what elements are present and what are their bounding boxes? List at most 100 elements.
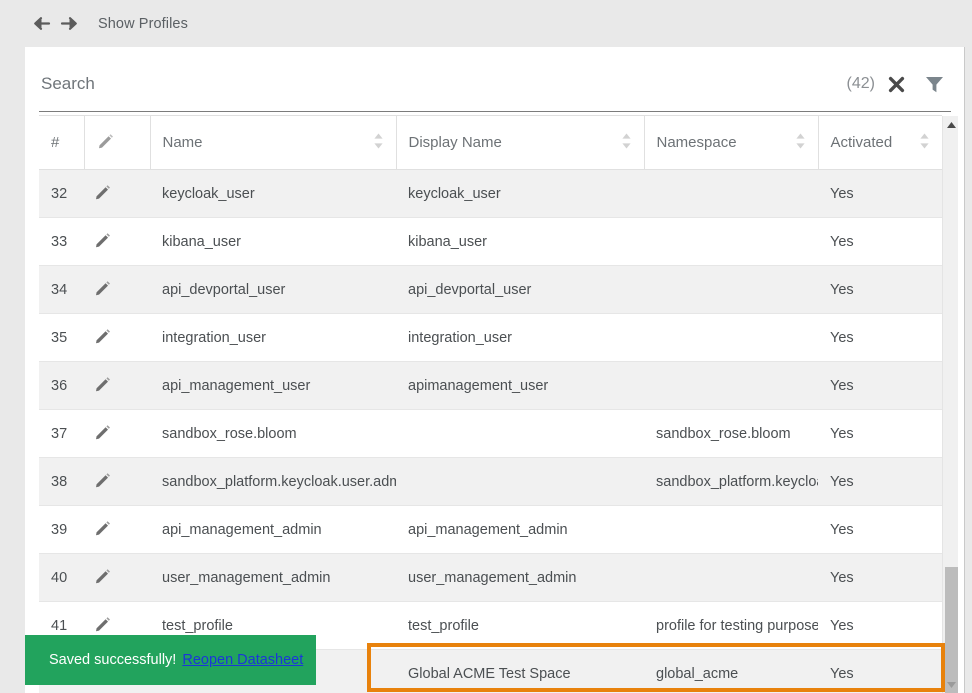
cell-namespace	[644, 314, 818, 362]
table-row[interactable]: 40user_management_adminuser_management_a…	[39, 554, 942, 602]
top-navigation-bar: Show Profiles	[0, 0, 972, 47]
cell-display-name	[396, 458, 644, 506]
reopen-datasheet-link[interactable]: Reopen Datasheet	[182, 652, 303, 668]
column-header-activated-label: Activated	[831, 134, 893, 151]
table-row[interactable]: 32keycloak_userkeycloak_userYes	[39, 170, 942, 218]
cell-name: user_management_admin	[150, 554, 396, 602]
table-row[interactable]: 37sandbox_rose.bloomsandbox_rose.bloomYe…	[39, 410, 942, 458]
cell-display-name: keycloak_user	[396, 170, 644, 218]
cell-activated: Yes	[818, 650, 942, 693]
column-header-display-name[interactable]: Display Name	[396, 116, 644, 170]
cell-display-name: api_management_admin	[396, 506, 644, 554]
cell-edit[interactable]	[84, 218, 150, 266]
column-header-namespace-label: Namespace	[657, 134, 737, 151]
sort-icon-name[interactable]	[373, 132, 384, 154]
cell-edit[interactable]	[84, 362, 150, 410]
cell-edit[interactable]	[84, 266, 150, 314]
cell-activated: Yes	[818, 218, 942, 266]
profiles-table: #	[39, 115, 942, 693]
cell-number: 32	[39, 170, 84, 218]
column-header-display-name-label: Display Name	[409, 134, 502, 151]
table-row[interactable]: 35integration_userintegration_userYes	[39, 314, 942, 362]
breadcrumb[interactable]: Show Profiles	[98, 16, 188, 32]
cell-namespace: profile for testing purposes	[644, 602, 818, 650]
cell-number: 38	[39, 458, 84, 506]
funnel-filter-icon[interactable]	[917, 71, 951, 97]
cell-display-name: api_devportal_user	[396, 266, 644, 314]
caret-up-icon[interactable]	[943, 116, 959, 133]
pencil-icon[interactable]	[94, 615, 112, 633]
cell-edit[interactable]	[84, 410, 150, 458]
column-header-name-label: Name	[163, 134, 203, 151]
column-header-edit	[84, 116, 150, 170]
cell-activated: Yes	[818, 458, 942, 506]
cell-name: api_management_admin	[150, 506, 396, 554]
cell-activated: Yes	[818, 602, 942, 650]
cell-display-name: apimanagement_user	[396, 362, 644, 410]
sort-icon-display-name[interactable]	[621, 132, 632, 154]
column-header-name[interactable]: Name	[150, 116, 396, 170]
cell-edit[interactable]	[84, 170, 150, 218]
cell-activated: Yes	[818, 362, 942, 410]
cell-display-name: Global ACME Test Space	[396, 650, 644, 693]
pencil-icon[interactable]	[94, 567, 112, 585]
table-row[interactable]: 34 api_devportal_userapi_devportal_user Ye…	[39, 266, 942, 314]
sort-icon-activated[interactable]	[919, 132, 930, 154]
profiles-table-container: #	[39, 115, 951, 693]
pencil-icon[interactable]	[94, 423, 112, 441]
cell-number: 33	[39, 218, 84, 266]
table-body: 32keycloak_userkeycloak_userYes33kibana_…	[39, 170, 942, 693]
pencil-icon[interactable]	[94, 183, 112, 201]
pencil-icon[interactable]	[94, 279, 112, 297]
cell-namespace: sandbox_platform.keycloak.u	[644, 458, 818, 506]
pencil-icon[interactable]	[94, 327, 112, 345]
arrow-right-icon[interactable]	[58, 13, 80, 35]
close-x-icon[interactable]	[883, 71, 909, 97]
sort-icon-namespace[interactable]	[795, 132, 806, 154]
cell-activated: Yes	[818, 554, 942, 602]
search-input[interactable]	[39, 74, 847, 100]
pencil-icon[interactable]	[94, 375, 112, 393]
table-vertical-scrollbar[interactable]	[942, 116, 958, 693]
pencil-icon	[97, 132, 115, 154]
app-window: Show Profiles (42)	[0, 0, 972, 693]
cell-edit[interactable]	[84, 554, 150, 602]
cell-activated: Yes	[818, 266, 942, 314]
cell-number: 34	[39, 266, 84, 314]
table-header: #	[39, 116, 942, 170]
pencil-icon[interactable]	[94, 231, 112, 249]
arrow-left-icon[interactable]	[30, 13, 52, 35]
cell-name: kibana_user	[150, 218, 396, 266]
cell-display-name	[396, 410, 644, 458]
cell-edit[interactable]	[84, 458, 150, 506]
save-success-toast: Saved successfully! Reopen Datasheet	[25, 635, 316, 685]
column-header-activated[interactable]: Activated	[818, 116, 942, 170]
cell-namespace	[644, 554, 818, 602]
cell-name: api_management_user	[150, 362, 396, 410]
table-row[interactable]: 33kibana_userkibana_userYes	[39, 218, 942, 266]
cell-number: 35	[39, 314, 84, 362]
cell-edit[interactable]	[84, 314, 150, 362]
table-row[interactable]: 38sandbox_platform.keycloak.user.adminsa…	[39, 458, 942, 506]
cell-activated: Yes	[818, 410, 942, 458]
cell-display-name: test_profile	[396, 602, 644, 650]
pencil-icon[interactable]	[94, 519, 112, 537]
pencil-icon[interactable]	[94, 471, 112, 489]
cell-name: api_devportal_user	[150, 266, 396, 314]
cell-name: integration_user	[150, 314, 396, 362]
cell-namespace	[644, 362, 818, 410]
scrollbar-thumb[interactable]	[945, 567, 958, 693]
cell-edit[interactable]	[84, 506, 150, 554]
cell-name: sandbox_rose.bloom	[150, 410, 396, 458]
table-row[interactable]: 39api_management_adminapi_management_adm…	[39, 506, 942, 554]
toast-message: Saved successfully!	[49, 652, 176, 668]
cell-namespace	[644, 506, 818, 554]
cell-activated: Yes	[818, 314, 942, 362]
column-header-namespace[interactable]: Namespace	[644, 116, 818, 170]
result-count: (42)	[847, 75, 883, 98]
table-row[interactable]: 36 api_management_userapimanagement_user Y…	[39, 362, 942, 410]
cell-namespace: global_acme	[644, 650, 818, 693]
caret-down-icon[interactable]	[943, 676, 959, 693]
cell-namespace	[644, 170, 818, 218]
cell-number: 36	[39, 362, 84, 410]
